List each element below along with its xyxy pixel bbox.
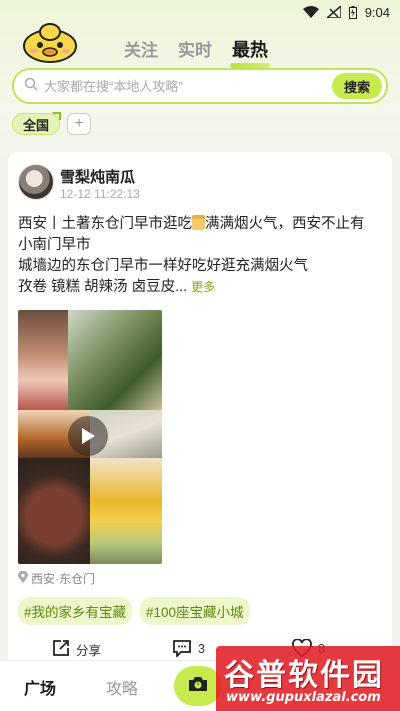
search-button[interactable]: 搜索 (332, 73, 382, 99)
post-card[interactable]: 雪梨炖南瓜 12-12 11:22:13 西安丨土著东仓门早市逛吃 满满烟火气，西… (8, 152, 392, 672)
tab-realtime[interactable]: 实时 (178, 36, 212, 62)
camera-icon (187, 675, 209, 698)
region-chip-selected[interactable]: 全国 (12, 112, 62, 135)
watermark-title: 谷普软件园 (224, 658, 384, 693)
signal-icon (326, 6, 341, 18)
comment-button[interactable]: 3 (172, 639, 205, 660)
status-time: 9:04 (364, 4, 390, 20)
topic-tag[interactable]: #100座宝藏小城 (140, 597, 250, 625)
nav-guide[interactable]: 攻略 (106, 675, 138, 699)
add-region-button[interactable]: + (67, 113, 91, 135)
post-content[interactable]: 西安丨土著东仓门早市逛吃 满满烟火气，西安不止有 小南门早市 城墙边的东仓门早市一… (18, 214, 382, 298)
region-label: 全国 (23, 117, 50, 133)
avatar[interactable] (18, 164, 54, 200)
post-line-3: 城墙边的东仓门早市一样好吃好逛充满烟火气 (18, 258, 308, 274)
post-line-4: 孜卷 镜糕 胡辣汤 卤豆皮... 更多 (18, 279, 216, 295)
tab-hottest[interactable]: 最热 (230, 36, 270, 68)
topic-tag[interactable]: #我的家乡有宝藏 (18, 597, 133, 625)
search-bar: 搜索 (12, 68, 388, 104)
feed-tabs: 关注 实时 最热 (124, 36, 270, 68)
share-icon (52, 639, 70, 660)
more-link[interactable]: 更多 (191, 280, 215, 294)
comment-count: 3 (198, 642, 205, 656)
post-line-2: 小南门早市 (18, 237, 91, 253)
post-time: 12-12 11:22:13 (60, 187, 140, 201)
location-pin-icon (18, 570, 28, 586)
nav-plaza[interactable]: 广场 (24, 675, 56, 699)
comment-icon (172, 639, 192, 660)
play-icon[interactable] (68, 416, 108, 456)
post-username[interactable]: 雪梨炖南瓜 (60, 166, 135, 187)
post-tags: #我的家乡有宝藏 #100座宝藏小城 (18, 597, 250, 625)
share-label: 分享 (76, 643, 102, 658)
share-button[interactable]: 分享 (52, 639, 101, 660)
battery-icon (348, 5, 357, 19)
app-logo-icon (22, 18, 78, 64)
watermark-url: www.gupuxlazal.com (226, 690, 381, 705)
search-icon (24, 77, 38, 96)
wifi-icon (302, 6, 319, 18)
camera-button[interactable] (174, 666, 222, 706)
post-line-1: 西安丨土著东仓门早市逛吃 满满烟火气，西安不止有 (18, 215, 365, 232)
selected-corner-icon (53, 112, 62, 120)
tab-follow[interactable]: 关注 (124, 36, 158, 62)
site-watermark: 谷普软件园 www.gupuxlazal.com (216, 646, 400, 711)
sandwich-emoji-icon (192, 215, 205, 230)
post-video-thumbnail[interactable] (18, 310, 162, 564)
search-input[interactable] (44, 78, 332, 94)
post-location[interactable]: 西安·东仓门 (18, 570, 95, 587)
